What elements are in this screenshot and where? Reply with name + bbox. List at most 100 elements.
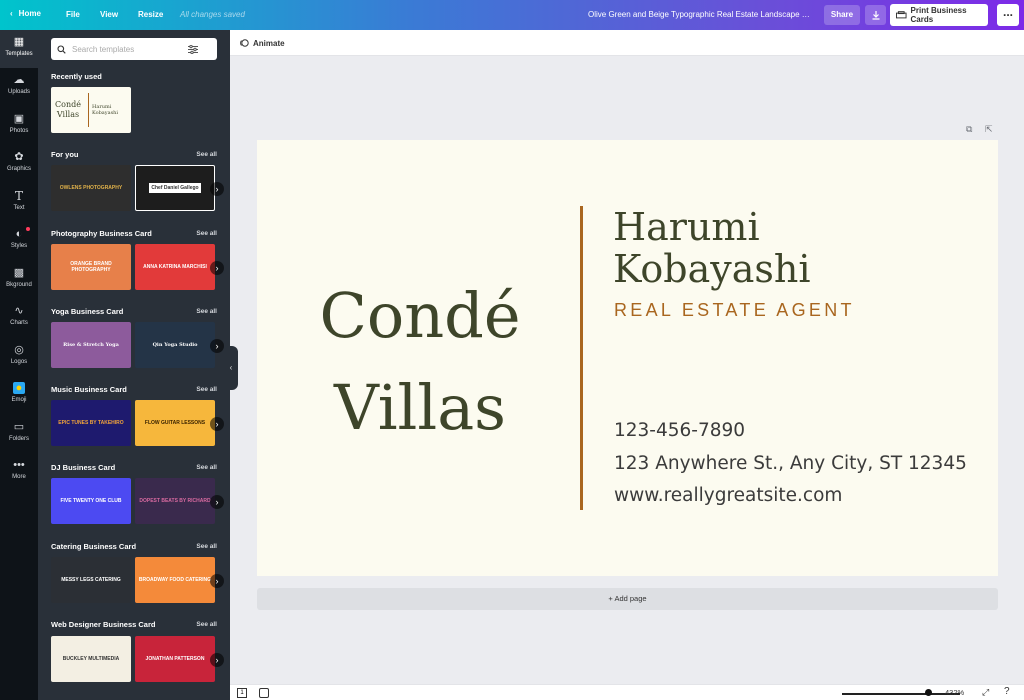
template-thumb[interactable]: ORANGE BRAND PHOTOGRAPHY — [51, 244, 131, 290]
animate-icon — [240, 39, 249, 47]
more-icon: ••• — [13, 459, 25, 471]
rail-item-uploads[interactable]: ☁ Uploads — [0, 68, 38, 106]
section-title-dj: DJ Business Card — [51, 463, 116, 472]
top-bar: ‹ Home File View Resize All changes save… — [0, 0, 1024, 30]
rail-label: Graphics — [6, 166, 31, 172]
template-thumb[interactable]: OWLENS PHOTOGRAPHY — [51, 165, 131, 211]
search-input[interactable] — [72, 44, 182, 54]
rail-label: Bkground — [6, 282, 32, 288]
notes-icon[interactable] — [259, 688, 269, 698]
template-thumb[interactable]: JONATHAN PATTERSON — [135, 636, 215, 682]
see-all-link[interactable]: See all — [196, 230, 217, 237]
template-thumb[interactable]: ANNA KATRINA MARCHISI — [135, 244, 215, 290]
notification-dot — [26, 227, 30, 231]
next-arrow-icon[interactable]: › — [210, 495, 224, 509]
template-thumb[interactable]: Qin Yoga Studio — [135, 322, 215, 368]
next-arrow-icon[interactable]: › — [210, 574, 224, 588]
zoom-level[interactable]: 432% — [945, 688, 964, 697]
uploads-icon: ☁ — [13, 74, 25, 86]
rail-label: Templates — [5, 51, 33, 57]
view-menu[interactable]: View — [100, 10, 118, 19]
background-icon: ▩ — [13, 267, 25, 279]
see-all-link[interactable]: See all — [196, 543, 217, 550]
zoom-slider[interactable] — [842, 693, 960, 695]
see-all-link[interactable]: See all — [196, 308, 217, 315]
rail-label: Logos — [10, 359, 28, 365]
template-thumb[interactable]: MESSY LEGS CATERING — [51, 557, 131, 603]
rail-item-styles[interactable]: ◐ Styles — [0, 222, 38, 260]
resize-menu[interactable]: Resize — [138, 10, 163, 19]
rail-label: Styles — [10, 243, 28, 249]
website[interactable]: www.reallygreatsite.com — [614, 485, 842, 506]
thumb-name: Harumi Kobayashi — [92, 103, 118, 117]
next-arrow-icon[interactable]: › — [210, 653, 224, 667]
add-page-button[interactable]: + Add page — [257, 588, 998, 610]
bottom-bar: 1 432% ⤢ ? — [230, 684, 1024, 700]
brand-name[interactable]: Condé Villas — [295, 270, 545, 454]
template-thumb[interactable]: FLOW GUITAR LESSONS — [135, 400, 215, 446]
brand-line-2: Villas — [334, 371, 506, 444]
share-page-icon[interactable]: ⇱ — [985, 124, 993, 135]
rail-item-charts[interactable]: ∿ Charts — [0, 299, 38, 337]
rail-item-emoji[interactable]: ● Emoji — [0, 376, 38, 414]
section-title-catering: Catering Business Card — [51, 542, 137, 551]
template-thumb[interactable]: BUCKLEY MULTIMEDIA — [51, 636, 131, 682]
more-options-button[interactable]: ... — [997, 4, 1019, 26]
collapse-panel-button[interactable]: ‹ — [224, 346, 238, 390]
see-all-link[interactable]: See all — [196, 621, 217, 628]
name-line-1: Harumi — [613, 205, 760, 249]
rail-item-background[interactable]: ▩ Bkground — [0, 261, 38, 299]
template-thumb[interactable]: DOPEST BEATS BY RICHARD — [135, 478, 215, 524]
editor-toolbar: Animate — [230, 30, 1024, 56]
animate-button[interactable]: Animate — [239, 38, 285, 48]
name-line-2: Kobayashi — [613, 247, 811, 291]
next-arrow-icon[interactable]: › — [210, 182, 224, 196]
rail-item-graphics[interactable]: ✿ Graphics — [0, 145, 38, 183]
rail-item-photos[interactable]: ▣ Photos — [0, 107, 38, 145]
next-arrow-icon[interactable]: › — [210, 417, 224, 431]
document-title[interactable]: Olive Green and Beige Typographic Real E… — [588, 10, 810, 19]
rail-item-folders[interactable]: ▭ Folders — [0, 415, 38, 453]
rail-item-templates[interactable]: ▦ Templates — [0, 30, 38, 68]
agent-name[interactable]: Harumi Kobayashi — [613, 206, 810, 290]
print-business-cards-button[interactable]: Print Business Cards — [890, 4, 988, 26]
template-thumb[interactable]: EPIC TUNES BY TAKEHIRO — [51, 400, 131, 446]
animate-label: Animate — [253, 38, 285, 48]
page-number-icon[interactable]: 1 — [237, 688, 247, 698]
thumb-label: Chef Daniel Gallego — [149, 182, 201, 194]
save-status: All changes saved — [180, 10, 245, 19]
help-icon[interactable]: ? — [1004, 686, 1010, 697]
see-all-link[interactable]: See all — [196, 151, 217, 158]
phone-number[interactable]: 123-456-7890 — [614, 420, 745, 441]
agent-role[interactable]: REAL ESTATE AGENT — [614, 300, 855, 321]
see-all-link[interactable]: See all — [196, 386, 217, 393]
share-button[interactable]: Share — [824, 5, 860, 25]
next-arrow-icon[interactable]: › — [210, 261, 224, 275]
address[interactable]: 123 Anywhere St., Any City, ST 12345 — [614, 453, 967, 474]
template-thumb[interactable]: BROADWAY FOOD CATERING — [135, 557, 215, 603]
template-thumb[interactable]: Rise & Stretch Yoga — [51, 322, 131, 368]
template-thumb-recent[interactable]: Condé Villas Harumi Kobayashi — [51, 87, 131, 133]
next-arrow-icon[interactable]: › — [210, 339, 224, 353]
rail-item-more[interactable]: ••• More — [0, 453, 38, 491]
fit-screen-icon[interactable]: ⤢ — [982, 687, 989, 698]
template-thumb[interactable]: Chef Daniel Gallego — [135, 165, 215, 211]
section-title-music: Music Business Card — [51, 385, 127, 394]
file-menu[interactable]: File — [66, 10, 80, 19]
filter-icon[interactable] — [188, 44, 198, 54]
duplicate-page-icon[interactable]: ⧉ — [966, 124, 972, 135]
rail-label: Folders — [8, 436, 29, 442]
rail-label: Uploads — [7, 89, 30, 95]
home-button[interactable]: ‹ Home — [10, 9, 41, 18]
divider-line[interactable] — [580, 206, 583, 510]
printer-icon — [896, 10, 907, 18]
section-title-recently-used: Recently used — [51, 72, 102, 81]
rail-item-logos[interactable]: ◎ Logos — [0, 338, 38, 376]
download-button[interactable] — [865, 5, 886, 25]
zoom-slider-handle[interactable] — [925, 689, 932, 696]
search-box[interactable] — [51, 38, 217, 60]
template-thumb[interactable]: FIVE TWENTY ONE CLUB — [51, 478, 131, 524]
graphics-icon: ✿ — [14, 151, 24, 163]
rail-item-text[interactable]: T Text — [0, 184, 38, 222]
see-all-link[interactable]: See all — [196, 464, 217, 471]
